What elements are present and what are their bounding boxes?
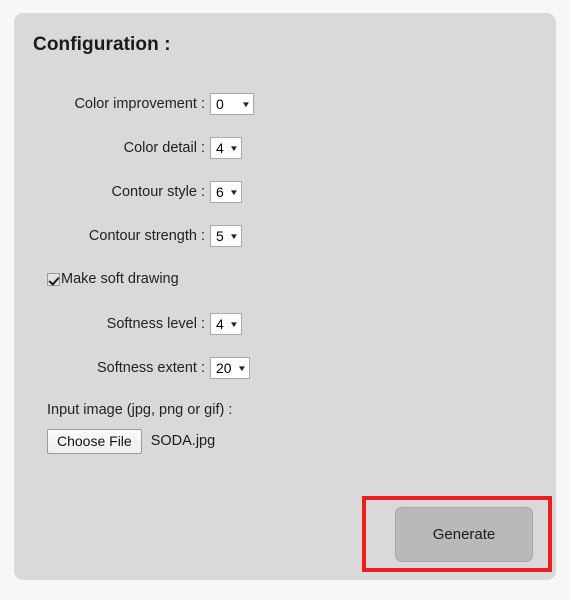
setting-dropdown[interactable]: 6 ▼	[210, 181, 242, 203]
setting-label: Softness level :	[106, 316, 205, 332]
setting-label: Color detail :	[123, 140, 205, 156]
setting-dropdown[interactable]: 5 ▼	[210, 225, 242, 247]
page-title: Configuration :	[33, 34, 171, 55]
chevron-down-icon: ▼	[229, 187, 239, 197]
setting-dropdown-value: 20	[216, 360, 232, 376]
setting-dropdown[interactable]: 4 ▼	[210, 313, 242, 335]
setting-dropdown-value: 5	[216, 228, 224, 244]
setting-label: Softness extent :	[96, 360, 205, 376]
setting-row: Color detail :4 ▼	[14, 135, 556, 161]
setting-dropdown-value: 4	[216, 140, 224, 156]
setting-row: Contour style :6 ▼	[14, 179, 556, 205]
setting-dropdown[interactable]: 0 ▼	[210, 93, 254, 115]
setting-row: Softness level :4 ▼	[14, 311, 556, 337]
setting-label: Contour strength :	[88, 228, 205, 244]
selected-file-name: SODA.jpg	[150, 433, 216, 449]
make-soft-drawing-label: Make soft drawing	[61, 271, 179, 287]
chevron-down-icon: ▼	[237, 363, 247, 373]
setting-row: Softness extent : 20 ▼	[14, 355, 556, 381]
chevron-down-icon: ▼	[229, 231, 239, 241]
make-soft-drawing-checkbox[interactable]	[47, 272, 60, 286]
input-image-label: Input image (jpg, png or gif) :	[47, 402, 233, 418]
setting-dropdown-value: 4	[216, 316, 224, 332]
input-image-row: Choose File SODA.jpg	[47, 428, 215, 454]
chevron-down-icon: ▼	[229, 319, 239, 329]
setting-row: Contour strength :5 ▼	[14, 223, 556, 249]
configuration-panel: Configuration : Color improvement :0 ▼ Col…	[14, 13, 556, 580]
setting-label: Color improvement :	[74, 96, 205, 112]
setting-dropdown[interactable]: 20 ▼	[210, 357, 250, 379]
setting-dropdown-value: 6	[216, 184, 224, 200]
choose-file-button[interactable]: Choose File	[47, 428, 142, 454]
setting-row: Color improvement :0 ▼	[14, 91, 556, 117]
chevron-down-icon: ▼	[241, 99, 251, 109]
setting-dropdown-value: 0	[216, 96, 224, 112]
generate-button[interactable]: Generate	[395, 507, 533, 562]
setting-label: Contour style :	[111, 184, 206, 200]
make-soft-drawing-row[interactable]: Make soft drawing	[47, 269, 179, 289]
setting-dropdown[interactable]: 4 ▼	[210, 137, 242, 159]
chevron-down-icon: ▼	[229, 143, 239, 153]
